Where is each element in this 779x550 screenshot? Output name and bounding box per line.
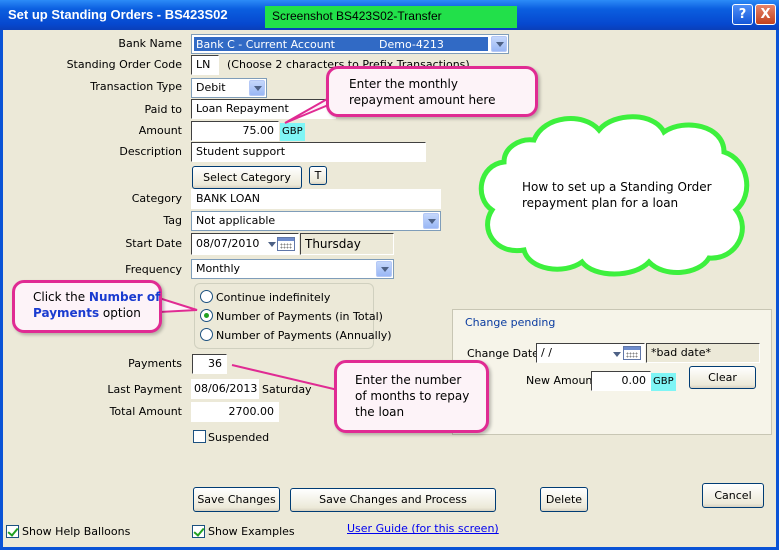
months-line2: of months to repay [355, 389, 470, 403]
cloud-line1: How to set up a Standing Order [522, 180, 712, 194]
number-payments-help-balloon: Click the Number of Payments option [12, 280, 162, 333]
number-payments-line1: Click the Number of [33, 290, 160, 304]
months-balloon-pointer [231, 364, 339, 391]
amount-hint-line2: repayment amount here [349, 93, 496, 107]
months-help-balloon: Enter the number of months to repay the … [334, 360, 489, 433]
number-payments-bold1: Number of [88, 290, 161, 304]
number-payments-bold2: Payments [33, 306, 100, 320]
number-payments-prefix: Click the [33, 290, 89, 304]
amount-hint-line1: Enter the monthly [349, 77, 458, 91]
number-payments-suffix: option [99, 306, 141, 320]
number-payments-line2: Payments option [33, 306, 141, 320]
cloud-line2: repayment plan for a loan [522, 196, 679, 210]
months-line1: Enter the number [355, 373, 462, 387]
help-cloud [478, 114, 750, 277]
payments-balloon-pointer [157, 296, 198, 314]
months-line3: the loan [355, 405, 405, 419]
